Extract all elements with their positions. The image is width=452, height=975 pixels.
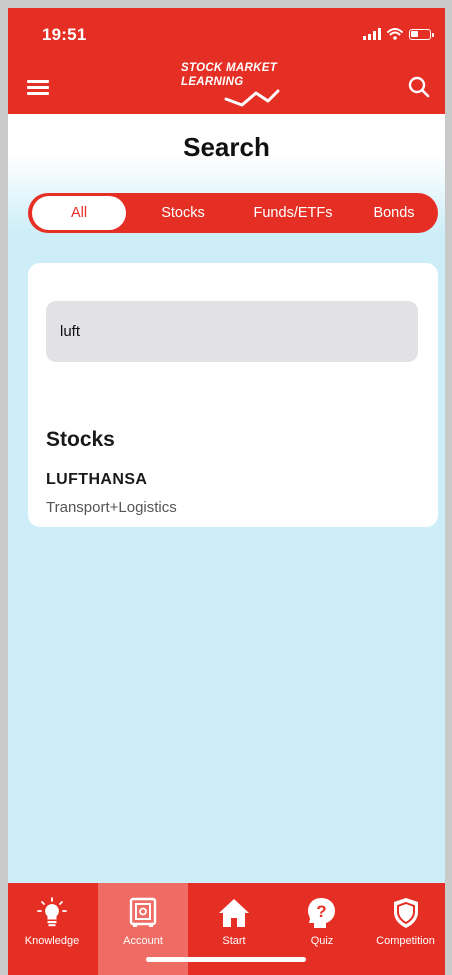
status-icons	[363, 28, 434, 40]
status-time: 19:51	[42, 25, 87, 44]
tab-bonds[interactable]: Bonds	[354, 193, 434, 233]
nav-competition[interactable]: Competition	[366, 883, 445, 975]
home-icon	[219, 899, 249, 927]
search-input[interactable]: luft	[46, 301, 418, 362]
shield-icon	[393, 898, 418, 928]
cellular-signal-icon	[363, 28, 381, 40]
result-sector: Transport+Logistics	[46, 499, 177, 516]
menu-icon[interactable]	[27, 78, 51, 96]
question-head-icon: ?	[308, 898, 335, 928]
safe-icon	[129, 897, 157, 927]
logo-trend-icon	[224, 89, 280, 107]
tab-funds-etfs[interactable]: Funds/ETFs	[238, 193, 348, 233]
nav-knowledge-label: Knowledge	[24, 935, 80, 947]
svg-text:?: ?	[316, 902, 326, 921]
result-name: LUFTHANSA	[46, 471, 148, 488]
search-card: luft Stocks LUFTHANSA Transport+Logistic…	[28, 263, 438, 527]
nav-competition-label: Competition	[376, 935, 435, 947]
logo-line1: STOCK MARKET	[181, 62, 278, 74]
wifi-icon	[387, 28, 403, 40]
page-title: Search	[183, 132, 270, 162]
tab-all[interactable]: All	[32, 196, 126, 230]
lightbulb-icon	[37, 897, 67, 927]
battery-icon	[409, 28, 434, 40]
nav-account-label: Account	[123, 935, 163, 947]
tab-stocks[interactable]: Stocks	[140, 193, 226, 233]
nav-quiz-label: Quiz	[310, 935, 334, 947]
home-indicator[interactable]	[146, 957, 306, 962]
filter-tabs: All Stocks Funds/ETFs Bonds	[28, 193, 438, 233]
phone-screen: 19:51 STOCK MARKET LEARNING Search All S…	[8, 8, 445, 975]
app-header: 19:51 STOCK MARKET LEARNING	[8, 8, 445, 114]
nav-start-label: Start	[222, 935, 246, 947]
app-logo: STOCK MARKET LEARNING	[176, 61, 296, 111]
search-icon[interactable]	[407, 75, 431, 104]
nav-knowledge[interactable]: Knowledge	[8, 883, 96, 975]
results-section-title: Stocks	[46, 428, 115, 451]
